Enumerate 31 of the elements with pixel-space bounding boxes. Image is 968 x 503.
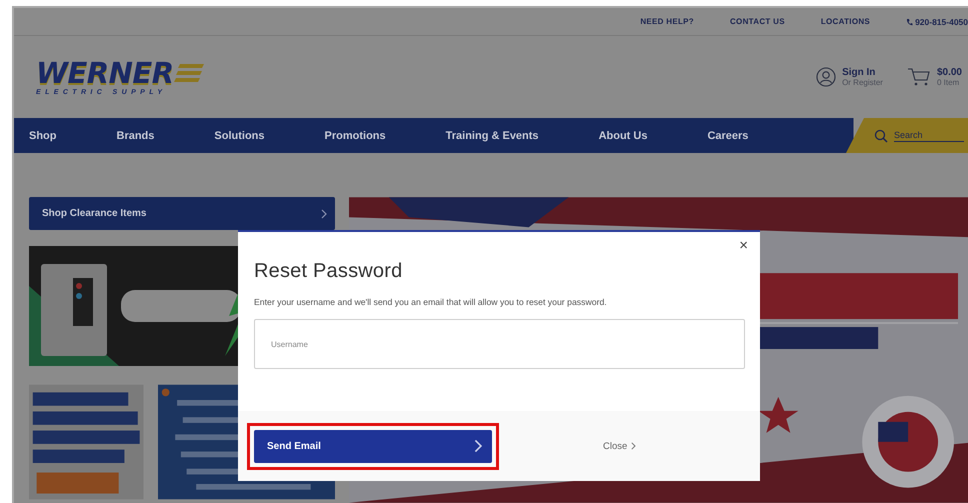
nav-item[interactable]: Brands bbox=[116, 130, 154, 142]
register-text: Or Register bbox=[842, 78, 883, 87]
clearance-link[interactable]: Shop Clearance Items bbox=[29, 197, 335, 230]
username-field[interactable]: Username bbox=[254, 319, 745, 369]
cart-icon[interactable] bbox=[906, 67, 931, 87]
send-email-button[interactable]: Send Email bbox=[254, 430, 492, 462]
top-link[interactable]: CONTACT US bbox=[730, 17, 785, 26]
close-button[interactable]: × bbox=[739, 238, 748, 253]
chevron-icon bbox=[631, 442, 636, 450]
phone-icon bbox=[906, 18, 914, 26]
logo-stripes-icon bbox=[174, 62, 204, 84]
close-link[interactable]: Close bbox=[603, 440, 636, 452]
dialog-title: Reset Password bbox=[254, 260, 404, 283]
top-link[interactable]: LOCATIONS bbox=[820, 17, 870, 26]
top-link[interactable]: NEED HELP? bbox=[640, 17, 694, 26]
cart-count: 0 Item bbox=[936, 78, 960, 87]
nav-item[interactable]: Careers bbox=[707, 130, 748, 142]
dialog-description: Enter your username and we'll send you an email that will allow you to reset your password. bbox=[254, 297, 608, 307]
nav-item[interactable]: Solutions bbox=[214, 130, 265, 142]
user-icon[interactable] bbox=[816, 67, 836, 87]
nav-item[interactable]: Promotions bbox=[324, 130, 386, 142]
nav-item[interactable]: Shop bbox=[29, 130, 56, 142]
chevron-icon bbox=[321, 208, 327, 218]
logo-wordmark[interactable]: WERNER bbox=[36, 58, 174, 88]
chevron-icon bbox=[474, 439, 482, 453]
cart-total[interactable]: $0.00 bbox=[936, 67, 962, 78]
phone-link[interactable]: 920-815-4050 bbox=[906, 16, 968, 26]
nav-item[interactable]: Training & Events bbox=[446, 130, 539, 142]
nav-item[interactable]: About Us bbox=[598, 130, 648, 142]
search-icon[interactable] bbox=[874, 128, 888, 142]
sign-in-link[interactable]: Sign In bbox=[842, 67, 883, 78]
